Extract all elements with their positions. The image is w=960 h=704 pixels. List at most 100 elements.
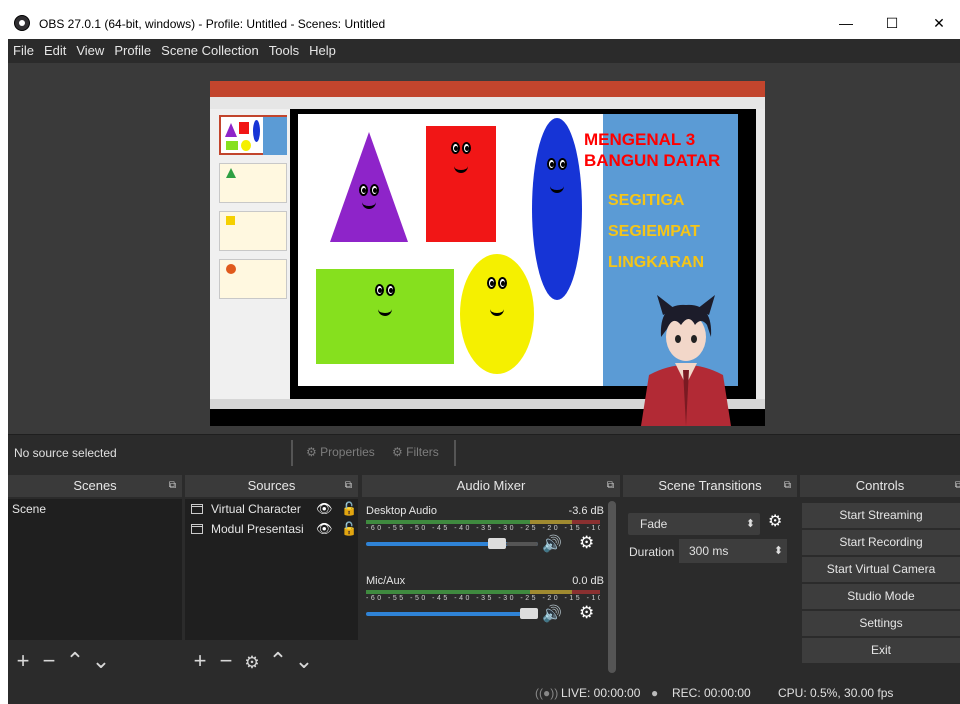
- menu-profile[interactable]: Profile: [109, 39, 156, 63]
- slide-thumbnail: [219, 163, 287, 203]
- maximize-button[interactable]: ☐: [869, 12, 915, 34]
- channel-db: -3.6 dB: [568, 505, 604, 517]
- preview-area[interactable]: MENGENAL 3 BANGUN DATAR SEGITIGA SEGIEMP…: [8, 63, 960, 434]
- circle-eyes: [486, 277, 508, 292]
- slide-item-1: SEGITIGA: [608, 192, 685, 209]
- slide-thumbnail: [219, 259, 287, 299]
- slide-title-line2: BANGUN DATAR: [584, 151, 721, 170]
- virtual-character-avatar: [631, 295, 741, 426]
- close-button[interactable]: ✕: [916, 12, 960, 34]
- sources-list[interactable]: Virtual Character 👁 🔓 Modul Presentasi 👁 🔓: [185, 499, 358, 640]
- oval-shape: [532, 118, 582, 300]
- menu-tools[interactable]: Tools: [264, 39, 304, 63]
- scene-transitions-header: Scene Transitions ⧉: [623, 475, 797, 497]
- status-bar: ((●)) LIVE: 00:00:00 ● REC: 00:00:00 CPU…: [8, 682, 960, 704]
- menu-file[interactable]: File: [8, 39, 39, 63]
- scenes-dock: Scenes ⧉ Scene + − ⌃ ⌄: [8, 475, 182, 682]
- slide-item-3: LINGKARAN: [608, 254, 704, 271]
- title-bar: OBS 27.0.1 (64-bit, windows) - Profile: …: [8, 8, 960, 39]
- slide-thumbnail: [219, 115, 287, 155]
- preview-canvas[interactable]: MENGENAL 3 BANGUN DATAR SEGITIGA SEGIEMP…: [210, 81, 765, 426]
- scenes-list[interactable]: Scene: [8, 499, 182, 640]
- volume-slider-knob[interactable]: [520, 608, 538, 619]
- transitions-body: Fade ⬍ ⚙ Duration 300 ms ⬍: [623, 499, 797, 679]
- spin-arrows-icon[interactable]: ⬍: [774, 539, 783, 563]
- obs-logo-icon: [14, 15, 30, 31]
- volume-slider[interactable]: [366, 538, 538, 549]
- source-item[interactable]: Virtual Character 👁 🔓: [185, 499, 358, 519]
- slide-thumbnail: [219, 211, 287, 251]
- settings-button[interactable]: Settings: [802, 611, 960, 636]
- move-scene-up-button[interactable]: ⌃: [64, 643, 86, 679]
- exit-button[interactable]: Exit: [802, 638, 960, 663]
- transition-select[interactable]: Fade ⬍: [628, 513, 760, 535]
- remove-scene-button[interactable]: −: [38, 643, 60, 679]
- menu-view[interactable]: View: [71, 39, 109, 63]
- undock-icon[interactable]: ⧉: [169, 475, 176, 497]
- move-source-up-button[interactable]: ⌃: [267, 643, 289, 679]
- mic-aux-channel: Mic/Aux 0.0 dB -60 -55 -50 -45 -40 -35 -…: [366, 575, 604, 635]
- cpu-fps-readout: CPU: 0.5%, 30.00 fps: [778, 686, 894, 700]
- lock-icon[interactable]: 🔓: [341, 519, 357, 539]
- rec-icon: ●: [651, 686, 659, 700]
- studio-mode-button[interactable]: Studio Mode: [802, 584, 960, 609]
- select-arrows-icon: ⬍: [745, 518, 755, 530]
- desktop-audio-channel: Desktop Audio -3.6 dB -60 -55 -50 -45 -4…: [366, 505, 604, 565]
- controls-header: Controls ⧉: [800, 475, 960, 497]
- menu-help[interactable]: Help: [304, 39, 341, 63]
- no-source-label: No source selected: [14, 446, 117, 460]
- square-eyes: [450, 142, 472, 157]
- presentation-scrollbar: [756, 109, 765, 399]
- obs-window: OBS 27.0.1 (64-bit, windows) - Profile: …: [8, 8, 960, 704]
- volume-slider-knob[interactable]: [488, 538, 506, 549]
- sources-dock: Sources ⧉ Virtual Character 👁 🔓 Modul Prese…: [185, 475, 358, 682]
- visibility-eye-icon[interactable]: 👁: [316, 519, 333, 539]
- source-properties-button[interactable]: ⚙: [241, 645, 263, 681]
- rec-timer: REC: 00:00:00: [672, 686, 751, 700]
- volume-slider[interactable]: [366, 608, 538, 619]
- channel-db: 0.0 dB: [572, 575, 604, 587]
- undock-icon[interactable]: ⧉: [955, 475, 960, 497]
- sources-dock-header: Sources ⧉: [185, 475, 358, 497]
- slide-item-2: SEGIEMPAT: [608, 223, 700, 240]
- visibility-eye-icon[interactable]: 👁: [316, 499, 333, 519]
- undock-icon[interactable]: ⧉: [784, 475, 791, 497]
- slide-title-line1: MENGENAL 3: [584, 130, 696, 149]
- menu-scene-collection[interactable]: Scene Collection: [156, 39, 264, 63]
- mixer-body: Desktop Audio -3.6 dB -60 -55 -50 -45 -4…: [362, 499, 620, 677]
- move-scene-down-button[interactable]: ⌄: [90, 643, 112, 679]
- source-item[interactable]: Modul Presentasi 👁 🔓: [185, 519, 358, 539]
- properties-button[interactable]: ⚙ Properties: [306, 445, 375, 459]
- start-recording-button[interactable]: Start Recording: [802, 530, 960, 555]
- remove-source-button[interactable]: −: [215, 643, 237, 679]
- lock-icon[interactable]: 🔓: [341, 499, 357, 519]
- rectangle-eyes: [374, 284, 396, 299]
- undock-icon[interactable]: ⧉: [345, 475, 352, 497]
- duration-spinbox[interactable]: 300 ms ⬍: [679, 539, 787, 563]
- duration-label: Duration: [629, 545, 675, 559]
- gear-icon[interactable]: ⚙: [579, 603, 594, 623]
- start-streaming-button[interactable]: Start Streaming: [802, 503, 960, 528]
- menu-bar: File Edit View Profile Scene Collection Tools…: [8, 39, 960, 63]
- start-virtual-camera-button[interactable]: Start Virtual Camera: [802, 557, 960, 582]
- mixer-scrollbar[interactable]: [608, 501, 616, 673]
- scene-transitions-dock: Scene Transitions ⧉ Fade ⬍ ⚙ Duration 300 …: [623, 475, 797, 682]
- scene-item[interactable]: Scene: [8, 499, 182, 519]
- transition-gear-icon[interactable]: ⚙: [768, 511, 782, 531]
- filters-button[interactable]: ⚙ Filters: [392, 445, 439, 459]
- mute-speaker-icon[interactable]: 🔊: [542, 534, 562, 554]
- filter-icon: ⚙: [392, 445, 403, 459]
- mute-speaker-icon[interactable]: 🔊: [542, 604, 562, 624]
- meter-ticks: -60 -55 -50 -45 -40 -35 -30 -25 -20 -15 …: [366, 525, 600, 532]
- volume-meter: [366, 520, 600, 524]
- volume-meter: [366, 590, 600, 594]
- menu-edit[interactable]: Edit: [39, 39, 71, 63]
- undock-icon[interactable]: ⧉: [607, 475, 614, 497]
- move-source-down-button[interactable]: ⌄: [293, 643, 315, 679]
- controls-body: Start Streaming Start Recording Start Vi…: [800, 499, 960, 679]
- gear-icon[interactable]: ⚙: [579, 533, 594, 553]
- triangle-eyes: [358, 184, 380, 199]
- add-source-button[interactable]: +: [189, 643, 211, 679]
- add-scene-button[interactable]: +: [12, 643, 34, 679]
- minimize-button[interactable]: —: [823, 12, 869, 34]
